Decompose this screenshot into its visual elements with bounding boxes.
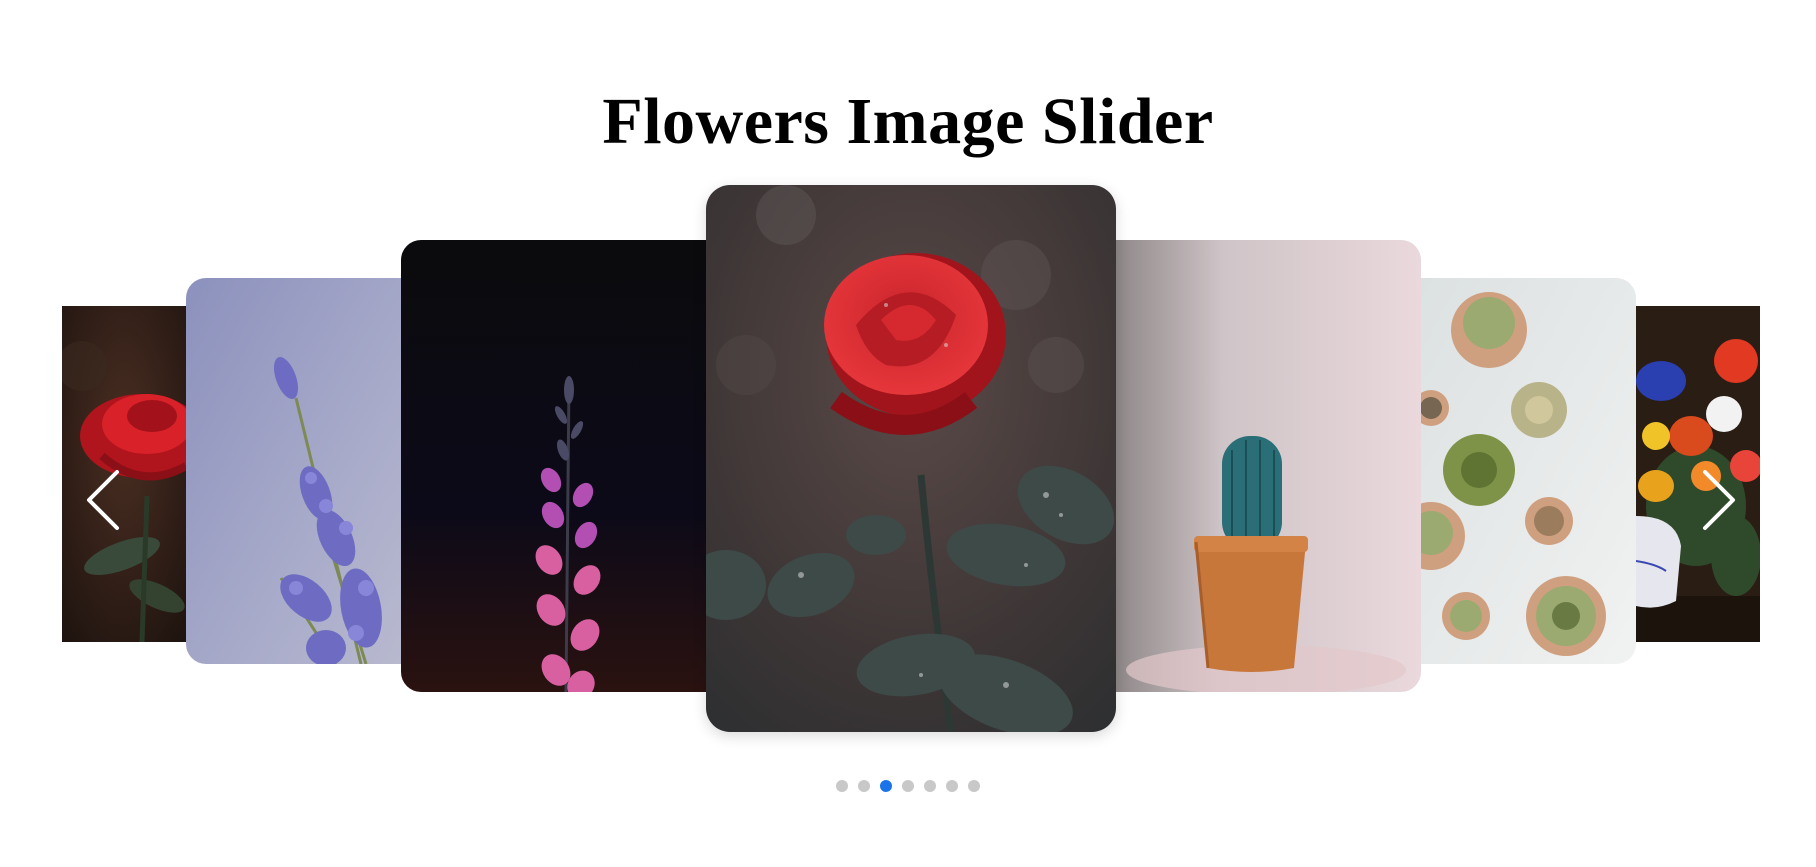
pagination-dot-7[interactable]: [968, 780, 980, 792]
pagination-dot-5[interactable]: [924, 780, 936, 792]
pagination-dot-4[interactable]: [902, 780, 914, 792]
red-rose-dewdrops-image: [706, 185, 1116, 732]
page-title: Flowers Image Slider: [602, 85, 1214, 158]
next-slide-button[interactable]: [1699, 468, 1739, 532]
slide-flower-bouquet-vase[interactable]: [1636, 306, 1760, 642]
slide-succulents-topview[interactable]: [1421, 278, 1636, 664]
prev-slide-button[interactable]: [83, 468, 123, 532]
red-rose-image: [62, 306, 186, 642]
chevron-left-icon: [87, 470, 119, 530]
slide-cactus-pot[interactable]: [1116, 240, 1421, 692]
lavender-image: [186, 278, 401, 664]
slide-pink-foxglove[interactable]: [401, 240, 706, 692]
pagination-dot-6[interactable]: [946, 780, 958, 792]
pagination-dot-3[interactable]: [880, 780, 892, 792]
slide-red-rose-dark[interactable]: [62, 306, 186, 642]
pagination-dot-2[interactable]: [858, 780, 870, 792]
slide-lavender[interactable]: [186, 278, 401, 664]
slide-red-rose-dewdrops[interactable]: [706, 185, 1116, 732]
succulents-topview-image: [1421, 278, 1636, 664]
pagination-dots: [0, 780, 1816, 792]
chevron-right-icon: [1703, 470, 1735, 530]
pink-foxglove-image: [401, 240, 706, 692]
pagination-dot-1[interactable]: [836, 780, 848, 792]
flower-bouquet-image: [1636, 306, 1760, 642]
cactus-pot-image: [1116, 240, 1421, 692]
